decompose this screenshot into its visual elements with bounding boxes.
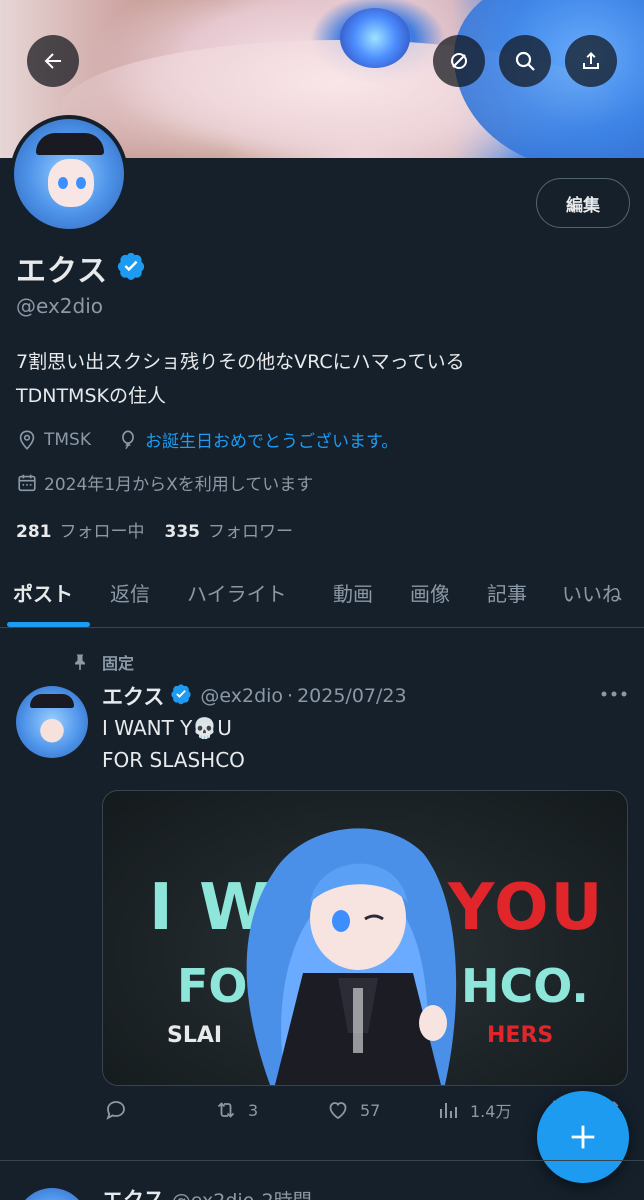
meta-separator: · xyxy=(287,685,294,707)
media-character-illustration xyxy=(246,828,457,1085)
tab-highlights[interactable]: ハイライト xyxy=(187,578,287,607)
follow-stats: 281 フォロー中 335 フォロワー xyxy=(16,517,313,542)
calendar-icon xyxy=(18,474,36,491)
verified-badge-icon[interactable] xyxy=(170,683,192,710)
post-author-name[interactable]: エクス xyxy=(102,1188,164,1200)
compose-post-button[interactable] xyxy=(537,1091,629,1183)
media-text: HERS xyxy=(487,1023,554,1048)
followers-label: フォロワー xyxy=(208,522,293,542)
banner-eye xyxy=(340,8,410,68)
tab-posts[interactable]: ポスト xyxy=(13,578,73,607)
bio-line: TDNTMSKの住人 xyxy=(16,385,166,407)
verified-badge-icon[interactable] xyxy=(116,251,146,285)
post-author-handle: @ex2dio xyxy=(200,685,284,707)
avatar-face xyxy=(48,159,94,207)
avatar-eye-right xyxy=(76,177,86,189)
post-author-handle: @ex2dio xyxy=(172,1190,255,1200)
analytics-icon xyxy=(440,1103,457,1118)
repost-button[interactable]: 3 xyxy=(214,1098,258,1122)
location-item: TMSK xyxy=(16,429,91,451)
back-button[interactable] xyxy=(27,35,79,87)
balloon-icon xyxy=(122,429,134,449)
share-icon xyxy=(583,52,599,69)
views-count: 1.4万 xyxy=(470,1102,512,1121)
views-button[interactable]: 1.4万 xyxy=(436,1098,511,1122)
post-date[interactable]: 2025/07/23 xyxy=(297,685,407,707)
display-name: エクス xyxy=(16,254,109,289)
followers-link[interactable]: 335 フォロワー xyxy=(165,517,294,542)
pinned-label: 固定 xyxy=(102,654,135,673)
avatar-eye-left xyxy=(58,177,68,189)
refresh-off-icon xyxy=(451,53,467,69)
location-text: TMSK xyxy=(44,429,91,450)
back-arrow-icon xyxy=(44,53,61,69)
repost-icon xyxy=(217,1102,235,1118)
tab-replies[interactable]: 返信 xyxy=(110,578,150,607)
more-options-icon[interactable] xyxy=(598,684,630,704)
following-label: フォロー中 xyxy=(59,522,145,542)
refresh-button[interactable] xyxy=(433,35,485,87)
profile-bio: 7割思い出スクショ残りその他なVRCにハマっている TDNTMSKの住人 xyxy=(16,345,626,413)
share-button[interactable] xyxy=(565,35,617,87)
avatar-hat xyxy=(36,133,104,155)
post-text: I WANT Y💀U FOR SLASHCO xyxy=(102,712,245,776)
post-author-name[interactable]: エクス xyxy=(102,681,164,711)
edit-profile-button[interactable]: 編集 xyxy=(536,178,630,228)
heart-icon xyxy=(329,1102,347,1120)
joined-text: 2024年1月からXを利用しています xyxy=(44,475,314,495)
like-button[interactable]: 57 xyxy=(326,1098,380,1122)
joined-item: 2024年1月からXを利用しています xyxy=(16,470,313,495)
post-media-image[interactable]: I WA YOU FOR HCO. SLAI HERS xyxy=(102,790,628,1086)
post-header: エクス @ex2dio · 2025/07/23 xyxy=(102,681,407,711)
profile-name-row: エクス xyxy=(16,246,146,290)
tab-images[interactable]: 画像 xyxy=(410,578,450,607)
profile-tabs: ポスト 返信 ハイライト 動画 画像 記事 いいね xyxy=(0,560,644,628)
plus-icon xyxy=(571,1125,595,1149)
reply-button[interactable] xyxy=(104,1098,138,1122)
post-avatar[interactable] xyxy=(16,686,88,758)
reply-icon xyxy=(106,1101,125,1120)
post-time[interactable]: 2時間 xyxy=(262,1190,312,1200)
post-divider xyxy=(0,1160,644,1161)
search-icon xyxy=(515,51,535,71)
post-text-line: FOR SLASHCO xyxy=(102,748,245,772)
bio-line: 7割思い出スクショ残りその他なVRCにハマっている xyxy=(16,351,465,373)
active-tab-indicator xyxy=(7,622,90,627)
profile-meta: TMSK お誕生日おめでとうございます。 xyxy=(16,427,424,452)
post-text-line: I WANT Y💀U xyxy=(102,716,232,740)
birthday-text[interactable]: お誕生日おめでとうございます。 xyxy=(145,427,398,452)
repost-count: 3 xyxy=(248,1100,259,1120)
tab-articles[interactable]: 記事 xyxy=(487,578,527,607)
tab-likes[interactable]: いいね xyxy=(562,578,622,607)
next-post-header: エクス @ex2dio 2時間 xyxy=(102,1184,312,1200)
followers-count: 335 xyxy=(164,522,201,542)
profile-avatar[interactable] xyxy=(10,115,128,233)
post-avatar[interactable] xyxy=(16,1188,88,1200)
birthday-item[interactable]: お誕生日おめでとうございます。 xyxy=(117,427,398,452)
avatar-hat xyxy=(30,694,74,708)
tab-videos[interactable]: 動画 xyxy=(333,578,373,607)
like-count: 57 xyxy=(360,1100,381,1120)
following-link[interactable]: 281 フォロー中 xyxy=(16,517,145,542)
profile-handle: @ex2dio xyxy=(16,294,104,318)
following-count: 281 xyxy=(16,522,52,542)
search-button[interactable] xyxy=(499,35,551,87)
pinned-indicator: 固定 xyxy=(70,650,134,674)
pin-icon xyxy=(75,654,85,671)
location-pin-icon xyxy=(19,429,35,450)
